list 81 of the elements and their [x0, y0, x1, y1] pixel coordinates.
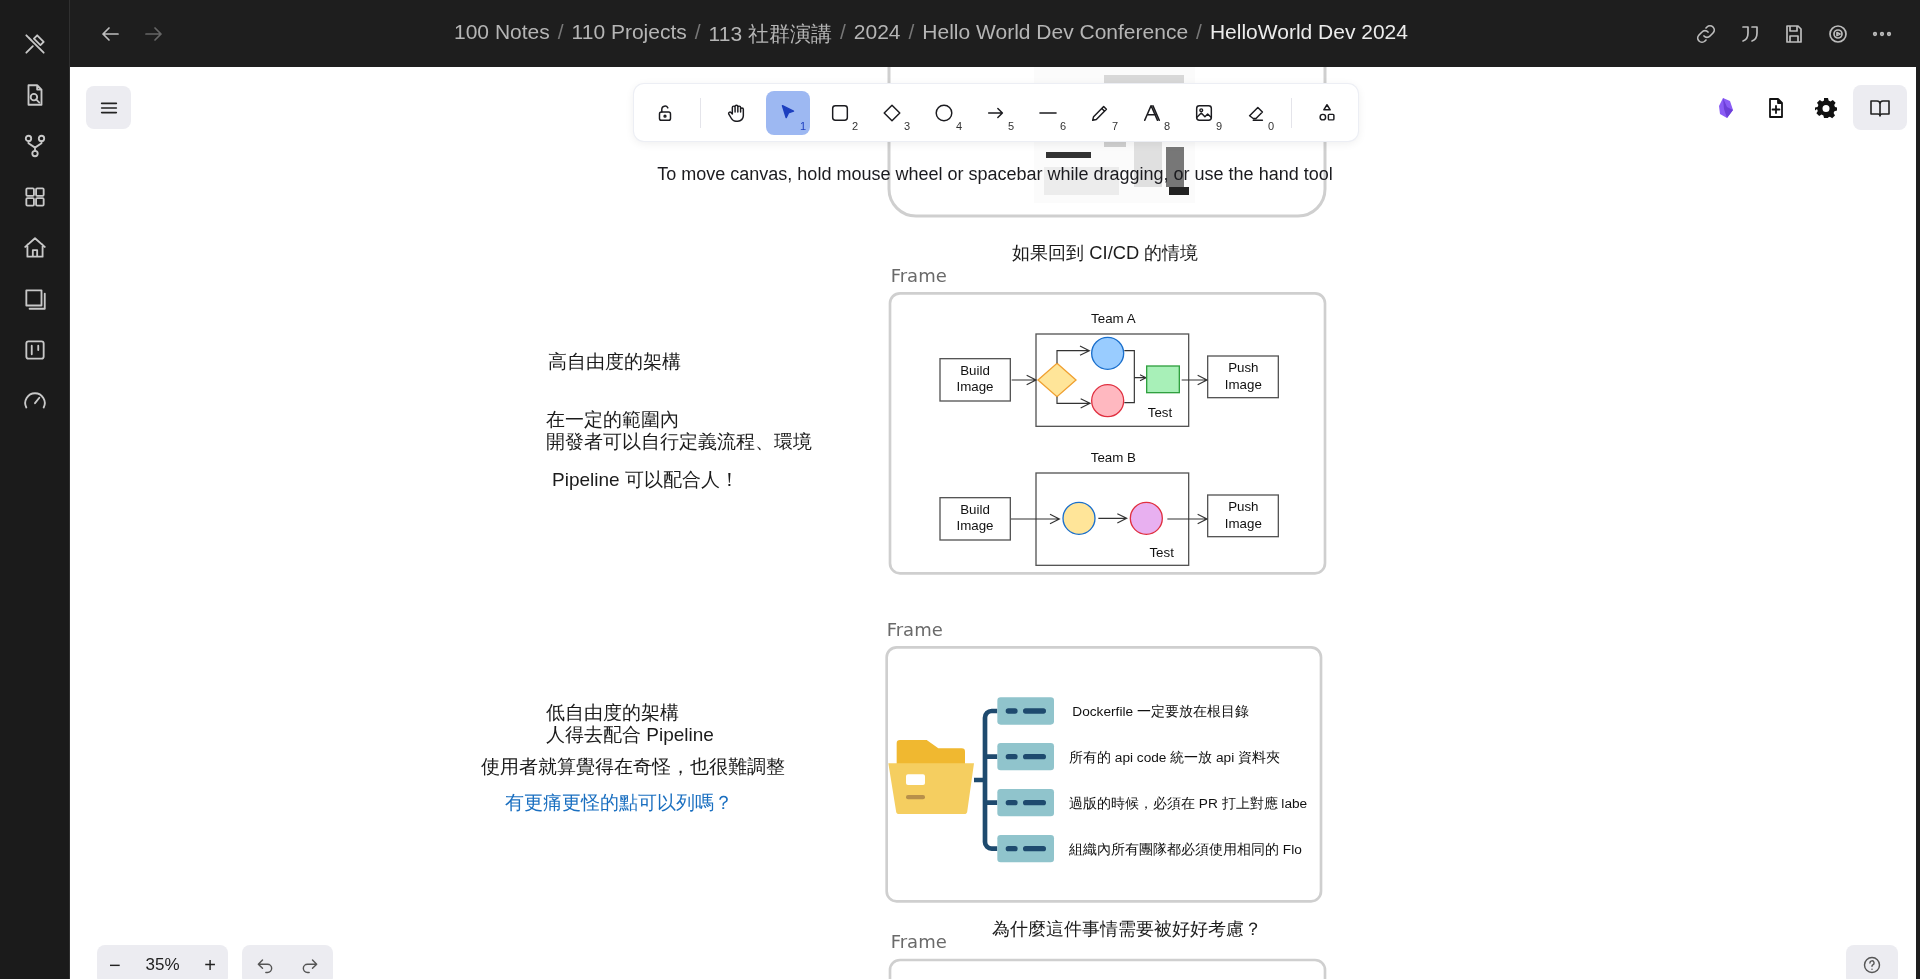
server-icon [997, 743, 1054, 771]
circle-shape [1062, 501, 1096, 535]
line-icon [1039, 111, 1057, 114]
zoom-in-button[interactable]: + [198, 953, 222, 977]
build-label: Build Image [956, 501, 994, 534]
settings-icon[interactable] [1814, 96, 1838, 120]
team-label: Team A [1091, 310, 1136, 326]
book-button[interactable] [1853, 85, 1907, 130]
breadcrumb-separator: / [839, 19, 846, 45]
breadcrumb-link[interactable]: Hello World Dev Conference [922, 19, 1189, 48]
arrow [1011, 374, 1038, 386]
note-text: 高自由度的架構 [548, 351, 681, 373]
rule-text: Dockerfile 一定要放在根目錄 [1072, 704, 1249, 719]
frame-label: Frame [890, 931, 947, 953]
stage-label: Test [1149, 545, 1174, 561]
rule-text: 組織內所有團隊都必須使用相同的 Flo [1069, 841, 1302, 857]
note-text: 使用者就算覺得在奇怪，也很難調整 [481, 756, 785, 778]
build-label: Build Image [956, 362, 994, 395]
square-shape [1146, 365, 1180, 394]
push-label: Push Image [1224, 499, 1262, 531]
note-text: 在一定的範圍內 [546, 409, 679, 431]
connector-arrow [1123, 350, 1148, 404]
arrow [1056, 396, 1092, 409]
diamond-shape [1037, 362, 1077, 398]
circle-shape [1091, 384, 1125, 418]
help-button[interactable] [1846, 945, 1898, 979]
frame-heading: 為什麼這件事情需要被好好考慮？ [991, 918, 1262, 939]
home-icon[interactable] [21, 235, 48, 261]
build-box [939, 358, 1011, 402]
breadcrumb-link[interactable]: 2024 [853, 19, 901, 48]
zoom-out-button[interactable]: − [103, 953, 127, 977]
arrow [1056, 345, 1091, 364]
build-box [939, 497, 1011, 541]
note-text: 低自由度的架構 [546, 702, 679, 724]
folder-icon [888, 740, 974, 814]
breadcrumb-separator: / [1196, 19, 1202, 45]
breadcrumb-link[interactable]: HelloWorld Dev 2024 [1209, 19, 1408, 48]
eraser-tool[interactable]: 0 [1234, 90, 1278, 135]
arrow [1097, 513, 1128, 524]
hand-icon [725, 101, 747, 124]
breadcrumb-separator: / [557, 19, 564, 45]
server-icon [997, 789, 1054, 817]
image-tool[interactable]: 9 [1182, 90, 1226, 135]
stage-label: Test [1147, 405, 1173, 421]
arrow [1181, 374, 1209, 386]
frame-label: Frame [886, 619, 943, 640]
text-tool[interactable]: 8 [1130, 90, 1174, 135]
zoom-level[interactable]: 35% [145, 955, 180, 975]
arrow-tool[interactable]: 5 [974, 90, 1018, 135]
push-box [1207, 355, 1279, 399]
diamond-tool[interactable]: 3 [870, 90, 914, 135]
note-text: 開發者可以自行定義流程、環境 [546, 431, 812, 453]
breadcrumb-link[interactable]: 113 社群演講 [708, 19, 832, 48]
ellipse-tool[interactable]: 4 [922, 90, 966, 135]
push-box [1207, 494, 1279, 538]
server-icon [997, 697, 1054, 725]
frame-label: Frame [890, 264, 947, 286]
link-text[interactable]: 有更痛更怪的點可以列嗎？ [505, 792, 733, 814]
rectangle-tool[interactable]: 2 [818, 90, 862, 135]
team-label: Team B [1090, 449, 1136, 465]
rule-text: 所有的 api code 統一放 api 資料夾 [1069, 749, 1281, 765]
menu-button[interactable] [86, 86, 131, 129]
server-icon [997, 835, 1054, 863]
breadcrumb-separator: / [908, 19, 915, 45]
rule-text: 過版的時候，必須在 PR 打上對應 labe [1069, 795, 1308, 811]
breadcrumb-link[interactable]: 100 Notes [454, 19, 550, 48]
breadcrumb-separator: / [694, 19, 701, 45]
help-icon [1862, 955, 1882, 975]
shapes-icon [1316, 101, 1338, 124]
selection-tool[interactable]: 1 [766, 90, 810, 135]
breadcrumb-link[interactable]: 110 Projects [571, 19, 687, 48]
circle-shape [1091, 336, 1125, 370]
frame-heading: 如果回到 CI/CD 的情境 [1012, 242, 1199, 264]
draw-tool[interactable]: 7 [1078, 90, 1122, 135]
note-text: 人得去配合 Pipeline [546, 724, 714, 746]
push-label: Push Image [1224, 360, 1262, 392]
circle-shape [1129, 501, 1163, 535]
note-text: Pipeline 可以配合人！ [552, 469, 739, 491]
arrow [1166, 513, 1209, 525]
arrow [1010, 513, 1061, 525]
line-tool[interactable]: 6 [1026, 90, 1070, 135]
